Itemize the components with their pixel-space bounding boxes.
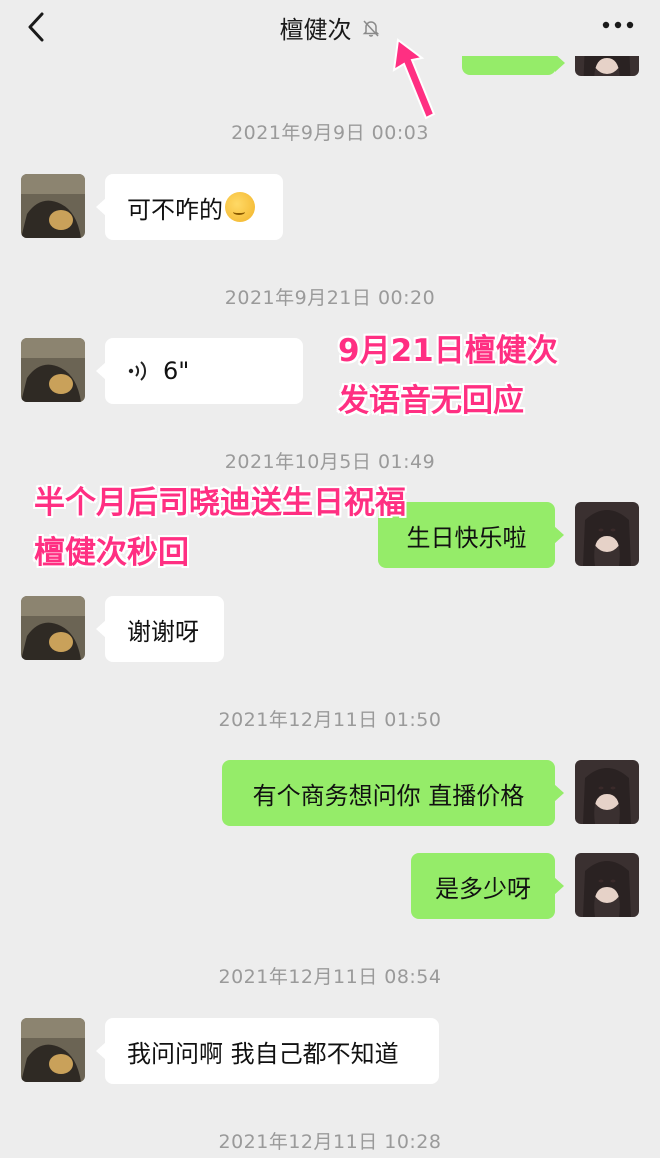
chat-header: 檀健次 [0,0,660,56]
message-text: 有个商务想问你 直播价格 [252,781,525,810]
timestamp: 2021年9月9日 00:03 [231,122,429,144]
contact-avatar[interactable] [21,174,85,238]
timestamp: 2021年9月21日 00:20 [224,287,436,309]
chat-title[interactable]: 檀健次 [279,16,351,44]
annotation-line: 檀健次秒回 [34,535,189,571]
outgoing-message-bubble[interactable]: 是多少呀 [411,853,564,919]
bell-off-icon [362,19,379,37]
annotation-voice-note: 9月21日檀健次 发语音无回应 [338,326,558,426]
outgoing-message-bubble[interactable]: 有个商务想问你 直播价格 [222,760,564,826]
title-group: 檀健次 [0,10,660,45]
incoming-message-bubble[interactable]: 可不咋的 [96,174,283,240]
voice-wave-icon [128,361,147,381]
message-text: 可不咋的 [127,195,223,224]
ellipsis-icon[interactable] [602,18,634,32]
voice-duration: 6" [163,357,190,385]
incoming-message-bubble[interactable]: 我问问啊 我自己都不知道 [96,1018,439,1084]
timestamp: 2021年10月5日 01:49 [224,451,436,473]
voice-message-bubble[interactable]: 6" [96,338,303,404]
my-avatar[interactable] [575,502,639,566]
my-avatar[interactable] [575,853,639,917]
thinking-face-icon [225,192,255,222]
timestamp: 2021年12月11日 08:54 [218,966,442,988]
timestamp: 2021年12月11日 01:50 [218,709,442,731]
annotation-birthday-note: 半个月后司晓迪送生日祝福 檀健次秒回 [34,478,406,578]
message-text: 生日快乐啦 [406,523,527,552]
annotation-line: 发语音无回应 [338,383,524,419]
message-text: 是多少呀 [435,874,531,903]
incoming-message-bubble[interactable]: 谢谢呀 [96,596,224,662]
contact-avatar[interactable] [21,596,85,660]
message-text: 我问问啊 我自己都不知道 [127,1039,399,1068]
annotation-line: 9月21日檀健次 [338,333,558,369]
contact-avatar[interactable] [21,1018,85,1082]
contact-avatar[interactable] [21,338,85,402]
my-avatar[interactable] [575,760,639,824]
arrow-annotation-icon [392,38,436,120]
message-text: 谢谢呀 [127,617,199,646]
annotation-line: 半个月后司晓迪送生日祝福 [34,485,406,521]
timestamp: 2021年12月11日 10:28 [218,1131,442,1153]
